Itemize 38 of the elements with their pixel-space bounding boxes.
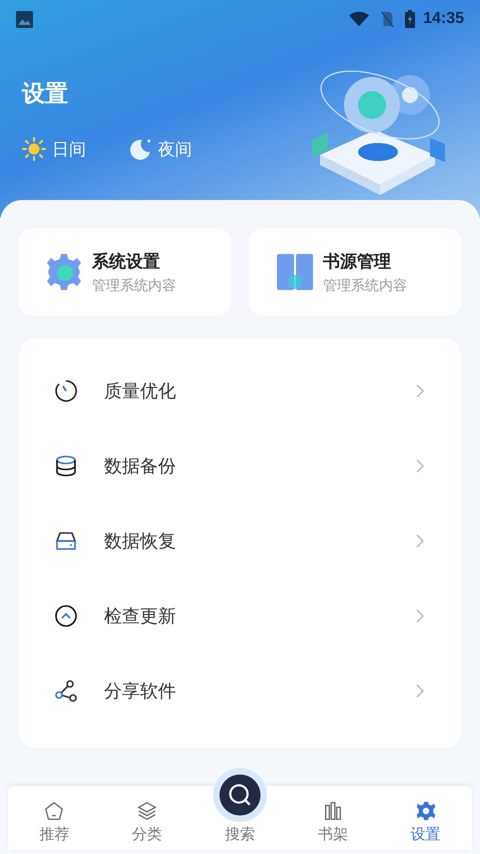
menu-item[interactable]: 数据备份 [20, 428, 460, 503]
sun-icon [22, 137, 46, 161]
nav-tab[interactable]: 推荐 [8, 786, 101, 850]
shortcut-card[interactable]: 系统设置 管理系统内容 [18, 228, 231, 316]
card-subtitle: 管理系统内容 [92, 276, 176, 294]
timer-icon [54, 378, 78, 402]
database-icon [54, 454, 78, 478]
menu-item[interactable]: 数据恢复 [20, 503, 460, 578]
page-title: 设置 [22, 80, 68, 109]
menu-item[interactable]: 分享软件 [20, 653, 460, 728]
nav-tab[interactable]: 书架 [286, 786, 380, 850]
picture-notification-icon [16, 10, 33, 28]
card-subtitle: 管理系统内容 [323, 276, 407, 294]
gear-icon [44, 252, 84, 292]
moon-icon [128, 137, 152, 161]
up-arrow-circle-icon [54, 604, 78, 628]
nav-tab[interactable]: 搜索 [194, 756, 286, 850]
layers-icon [136, 800, 158, 822]
chevron-right-icon [416, 684, 424, 698]
shortcut-card[interactable]: 书源管理 管理系统内容 [249, 228, 462, 316]
card-title: 书源管理 [323, 250, 392, 272]
home-icon [43, 800, 66, 822]
clock-time: 14:35 [423, 10, 464, 28]
menu-item[interactable]: 检查更新 [20, 578, 460, 653]
gear-icon [414, 800, 437, 822]
card-title: 系统设置 [92, 250, 161, 272]
chevron-right-icon [416, 534, 424, 548]
battery-icon [405, 10, 416, 28]
chevron-right-icon [416, 458, 424, 472]
nav-tab[interactable]: 设置 [379, 786, 472, 850]
nav-tab[interactable]: 分类 [100, 786, 194, 850]
chevron-right-icon [416, 608, 424, 622]
share-icon [54, 678, 78, 702]
theme-mode-button[interactable]: 日间 [22, 137, 86, 161]
chevron-right-icon [416, 384, 424, 398]
menu-item[interactable]: 质量优化 [20, 353, 460, 428]
book-icon [275, 252, 315, 292]
wifi-icon [349, 11, 370, 27]
